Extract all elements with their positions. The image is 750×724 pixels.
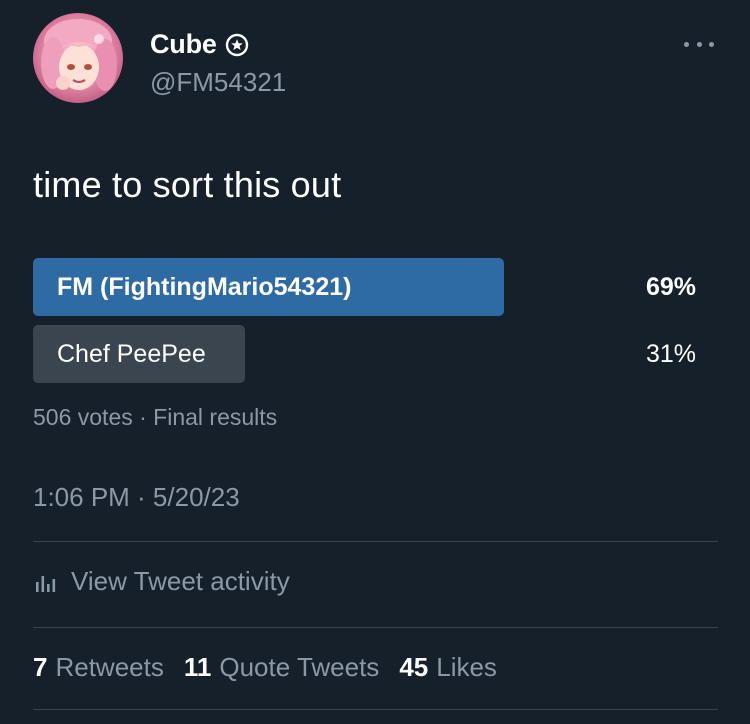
quote-tweets-label: Quote Tweets	[219, 652, 380, 682]
avatar[interactable]	[33, 13, 123, 103]
divider	[33, 627, 718, 628]
divider	[33, 541, 718, 542]
quote-tweets-count: 11	[183, 652, 212, 682]
author-name-row[interactable]: Cube	[150, 29, 249, 60]
analytics-icon	[33, 569, 59, 595]
more-options-icon[interactable]	[684, 34, 714, 54]
tweet-text: time to sort this out	[33, 164, 342, 205]
poll-option-label: FM (FightingMario54321)	[57, 272, 352, 301]
retweets-stat[interactable]: 7 Retweets	[33, 652, 164, 683]
engagement-stats: 7 Retweets 11 Quote Tweets 45 Likes	[33, 652, 497, 683]
likes-stat[interactable]: 45 Likes	[399, 652, 497, 683]
avatar-image	[41, 19, 117, 91]
user-handle[interactable]: @FM54321	[150, 67, 286, 98]
poll-option-label: Chef PeePee	[57, 339, 206, 368]
activity-label: View Tweet activity	[71, 566, 290, 596]
poll-option-1: FM (FightingMario54321) 69%	[33, 258, 696, 316]
poll-option-2: Chef PeePee 31%	[33, 325, 696, 383]
likes-count: 45	[399, 652, 429, 682]
quote-tweets-stat[interactable]: 11 Quote Tweets	[184, 652, 379, 683]
tweet-card: Cube @FM54321 time to sort this out FM (…	[0, 0, 750, 724]
divider	[33, 709, 718, 710]
poll-option-percent: 31%	[645, 339, 696, 368]
retweets-count: 7	[33, 652, 48, 682]
display-name[interactable]: Cube	[150, 29, 217, 60]
tweet-timestamp[interactable]: 1:06 PM · 5/20/23	[33, 482, 240, 513]
likes-label: Likes	[436, 652, 497, 682]
view-tweet-activity-link[interactable]: View Tweet activity	[33, 566, 290, 597]
verified-badge-icon	[225, 33, 249, 57]
poll-results-meta: 506 votes · Final results	[33, 404, 278, 430]
retweets-label: Retweets	[55, 652, 164, 682]
poll-option-percent: 69%	[645, 272, 696, 301]
